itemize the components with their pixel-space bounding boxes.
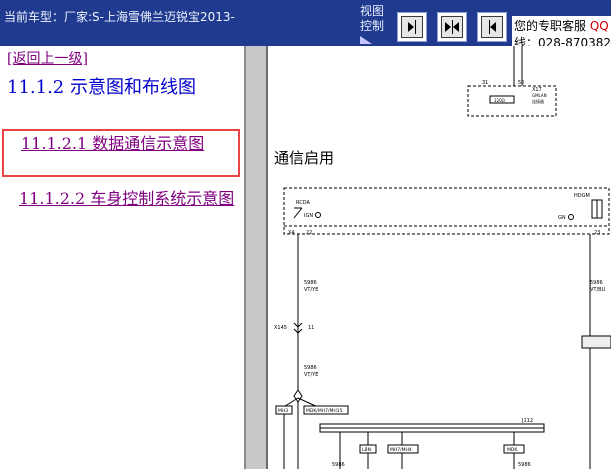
view-left-panel-button[interactable] (397, 12, 427, 42)
wire1-circuit: 5986 (304, 280, 317, 286)
right-module-pin-no: 23 (594, 230, 600, 236)
left-module-name: RCDA (296, 200, 310, 206)
inline-connector-id: X145 (274, 325, 287, 331)
top-pin-right: 50 (518, 80, 524, 86)
bus-label: J112 (521, 418, 533, 424)
resistor-value: 120Ω (494, 98, 505, 103)
service-hotline: 线：028-87038200 (514, 36, 611, 46)
panel-arrow-right-icon (401, 16, 423, 38)
top-connector-desc1: GMLAN (532, 93, 547, 98)
current-model-label: 当前车型：厂家:S-上海雪佛兰迈锐宝2013- (4, 10, 235, 24)
view-control-indicator-icon (360, 36, 372, 44)
back-link[interactable]: [返回上一级] (7, 48, 88, 68)
left-module-pin: X4 (288, 230, 295, 236)
view-control-line2: 控制 (360, 19, 385, 33)
view-control-label: 视图 控制 (360, 4, 384, 34)
view-control-line1: 视图 (360, 4, 385, 18)
nav-item-data-comm[interactable]: 11.1.2.1 数据通信示意图 (9, 133, 239, 154)
bottom-circuit-right: 5986 (518, 462, 531, 468)
nav-panel: [返回上一级] 11.1.2 示意图和布线图 11.1.2.1 数据通信示意图 … (0, 46, 244, 469)
bus-tap-3: MDK (507, 447, 518, 453)
top-bar: 当前车型：厂家:S-上海雪佛兰迈锐宝2013- 视图 控制 您的专职客服 QQ … (0, 0, 611, 46)
right-module-name: HDGM (574, 193, 590, 199)
nav-item-selected-frame[interactable]: 11.1.2.1 数据通信示意图 (2, 129, 240, 177)
qq-link[interactable]: QQ (590, 19, 609, 33)
left-power-icon (315, 212, 321, 218)
left-module-signal: IGN (304, 213, 313, 219)
splice-left-label: MH3 (278, 408, 288, 414)
splice-right-label: MDK/MH7/MH15 (306, 408, 343, 414)
left-module-pin-no: 22 (306, 230, 312, 236)
wiring-diagram-pane: 通信启用 31 50 X17 GMLAN 连接器 120Ω RCDA IGN X… (268, 46, 611, 469)
bottom-circuit: 5986 (332, 462, 345, 468)
panel-arrow-left-icon (481, 16, 503, 38)
diagram-section-title: 通信启用 (274, 149, 335, 167)
wire1-color: VT/YE (304, 287, 318, 293)
section-heading: 11.1.2 示意图和布线图 (7, 77, 196, 98)
nav-item-body-control[interactable]: 11.1.2.2 车身控制系统示意图 (7, 188, 241, 209)
view-split-button[interactable] (437, 12, 467, 42)
right-module-signal: GN (558, 215, 566, 221)
wire2-circuit: 5986 (304, 365, 317, 371)
right-power-icon (568, 214, 574, 220)
service-title: 您的专职客服 QQ (514, 19, 609, 33)
bus-tap-1: LBN (362, 447, 371, 453)
bus-tap-2: MH7/MH4 (390, 447, 412, 453)
module-box (283, 187, 610, 235)
pane-splitter[interactable] (244, 46, 268, 469)
wire2-color: VT/YE (304, 372, 318, 378)
inline-connector-pin: 11 (308, 325, 314, 331)
view-right-panel-button[interactable] (477, 12, 507, 42)
wire-right-circuit: 5986 (590, 280, 603, 286)
customer-service-box: 您的专职客服 QQ 线：028-87038200 (512, 16, 611, 46)
split-view-icon (441, 16, 463, 38)
wiring-diagram: 31 50 X17 GMLAN 连接器 120Ω RCDA IGN X4 22 … (274, 46, 611, 469)
right-side-block (581, 335, 611, 349)
top-connector-desc2: 连接器 (532, 98, 544, 104)
top-pin-left: 31 (482, 80, 488, 86)
wire-right-color: VT/BU (590, 287, 606, 293)
